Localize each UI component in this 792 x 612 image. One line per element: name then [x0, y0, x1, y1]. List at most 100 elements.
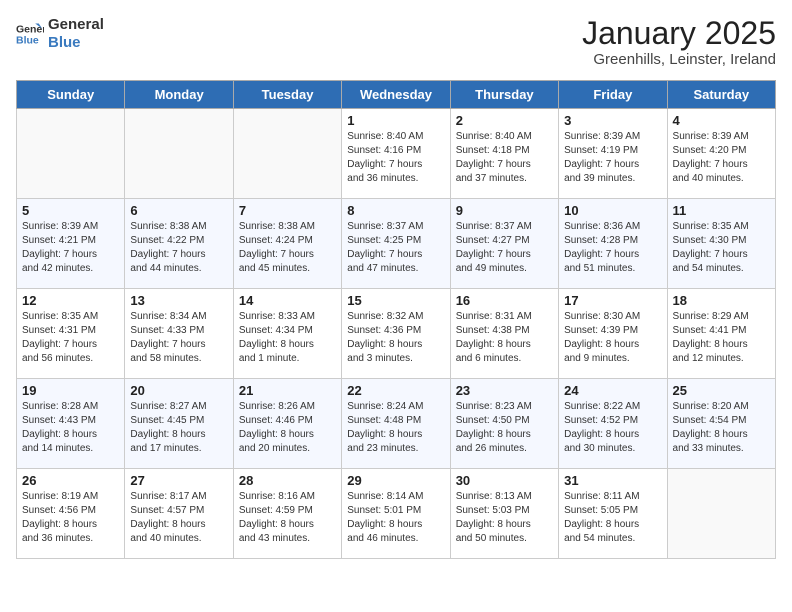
calendar-cell	[233, 109, 341, 199]
day-number: 5	[22, 203, 119, 218]
logo: General Blue General Blue	[16, 16, 104, 52]
day-info: Sunrise: 8:29 AM Sunset: 4:41 PM Dayligh…	[673, 310, 770, 366]
day-info: Sunrise: 8:39 AM Sunset: 4:19 PM Dayligh…	[564, 130, 661, 186]
day-info: Sunrise: 8:35 AM Sunset: 4:31 PM Dayligh…	[22, 310, 119, 366]
day-number: 9	[456, 203, 553, 218]
weekday-header-sunday: Sunday	[17, 81, 125, 109]
day-info: Sunrise: 8:34 AM Sunset: 4:33 PM Dayligh…	[130, 310, 227, 366]
day-number: 29	[347, 473, 444, 488]
logo-icon: General Blue	[16, 20, 44, 48]
calendar-week-row: 19Sunrise: 8:28 AM Sunset: 4:43 PM Dayli…	[17, 379, 776, 469]
location-subtitle: Greenhills, Leinster, Ireland	[582, 51, 776, 68]
calendar-week-row: 12Sunrise: 8:35 AM Sunset: 4:31 PM Dayli…	[17, 289, 776, 379]
day-info: Sunrise: 8:38 AM Sunset: 4:24 PM Dayligh…	[239, 220, 336, 276]
day-number: 11	[673, 203, 770, 218]
day-info: Sunrise: 8:14 AM Sunset: 5:01 PM Dayligh…	[347, 490, 444, 546]
day-number: 24	[564, 383, 661, 398]
calendar-cell: 13 Sunrise: 8:34 AM Sunset: 4:33 PM Dayli…	[125, 289, 233, 379]
day-number: 31	[564, 473, 661, 488]
calendar-cell: 11Sunrise: 8:35 AM Sunset: 4:30 PM Dayli…	[667, 199, 775, 289]
weekday-header-saturday: Saturday	[667, 81, 775, 109]
day-number: 23	[456, 383, 553, 398]
calendar-cell: 26 Sunrise: 8:19 AM Sunset: 4:56 PM Dayli…	[17, 469, 125, 559]
day-number: 8	[347, 203, 444, 218]
day-info: Sunrise: 8:30 AM Sunset: 4:39 PM Dayligh…	[564, 310, 661, 366]
calendar-week-row: 5 Sunrise: 8:39 AM Sunset: 4:21 PM Daylig…	[17, 199, 776, 289]
calendar-cell: 15 Sunrise: 8:32 AM Sunset: 4:36 PM Dayli…	[342, 289, 450, 379]
calendar-cell	[17, 109, 125, 199]
svg-text:General: General	[16, 23, 44, 35]
calendar-cell: 19Sunrise: 8:28 AM Sunset: 4:43 PM Dayli…	[17, 379, 125, 469]
calendar-cell: 3 Sunrise: 8:39 AM Sunset: 4:19 PM Daylig…	[559, 109, 667, 199]
day-info: Sunrise: 8:39 AM Sunset: 4:20 PM Dayligh…	[673, 130, 770, 186]
day-number: 4	[673, 113, 770, 128]
logo-line2: Blue	[48, 34, 104, 52]
day-info: Sunrise: 8:37 AM Sunset: 4:25 PM Dayligh…	[347, 220, 444, 276]
calendar-cell: 16 Sunrise: 8:31 AM Sunset: 4:38 PM Dayli…	[450, 289, 558, 379]
day-number: 3	[564, 113, 661, 128]
day-info: Sunrise: 8:13 AM Sunset: 5:03 PM Dayligh…	[456, 490, 553, 546]
calendar-cell: 5 Sunrise: 8:39 AM Sunset: 4:21 PM Daylig…	[17, 199, 125, 289]
day-info: Sunrise: 8:40 AM Sunset: 4:18 PM Dayligh…	[456, 130, 553, 186]
calendar-cell: 10 Sunrise: 8:36 AM Sunset: 4:28 PM Dayli…	[559, 199, 667, 289]
day-number: 10	[564, 203, 661, 218]
calendar-cell: 24 Sunrise: 8:22 AM Sunset: 4:52 PM Dayli…	[559, 379, 667, 469]
month-title: January 2025	[582, 16, 776, 51]
day-number: 15	[347, 293, 444, 308]
calendar-cell: 1 Sunrise: 8:40 AM Sunset: 4:16 PM Daylig…	[342, 109, 450, 199]
calendar-cell	[667, 469, 775, 559]
calendar-cell: 12Sunrise: 8:35 AM Sunset: 4:31 PM Dayli…	[17, 289, 125, 379]
weekday-header-row: SundayMondayTuesdayWednesdayThursdayFrid…	[17, 81, 776, 109]
day-number: 20	[130, 383, 227, 398]
day-number: 18	[673, 293, 770, 308]
day-number: 13	[130, 293, 227, 308]
title-area: January 2025 Greenhills, Leinster, Irela…	[582, 16, 776, 68]
calendar-cell: 4 Sunrise: 8:39 AM Sunset: 4:20 PM Daylig…	[667, 109, 775, 199]
logo-line1: General	[48, 16, 104, 34]
calendar-cell: 31Sunrise: 8:11 AM Sunset: 5:05 PM Dayli…	[559, 469, 667, 559]
calendar-cell: 21 Sunrise: 8:26 AM Sunset: 4:46 PM Dayli…	[233, 379, 341, 469]
day-info: Sunrise: 8:39 AM Sunset: 4:21 PM Dayligh…	[22, 220, 119, 276]
day-info: Sunrise: 8:23 AM Sunset: 4:50 PM Dayligh…	[456, 400, 553, 456]
day-info: Sunrise: 8:31 AM Sunset: 4:38 PM Dayligh…	[456, 310, 553, 366]
day-info: Sunrise: 8:40 AM Sunset: 4:16 PM Dayligh…	[347, 130, 444, 186]
day-info: Sunrise: 8:33 AM Sunset: 4:34 PM Dayligh…	[239, 310, 336, 366]
calendar-cell: 29 Sunrise: 8:14 AM Sunset: 5:01 PM Dayli…	[342, 469, 450, 559]
day-info: Sunrise: 8:16 AM Sunset: 4:59 PM Dayligh…	[239, 490, 336, 546]
day-info: Sunrise: 8:17 AM Sunset: 4:57 PM Dayligh…	[130, 490, 227, 546]
calendar-cell: 30 Sunrise: 8:13 AM Sunset: 5:03 PM Dayli…	[450, 469, 558, 559]
weekday-header-monday: Monday	[125, 81, 233, 109]
calendar-cell: 9 Sunrise: 8:37 AM Sunset: 4:27 PM Daylig…	[450, 199, 558, 289]
day-info: Sunrise: 8:20 AM Sunset: 4:54 PM Dayligh…	[673, 400, 770, 456]
calendar-week-row: 26 Sunrise: 8:19 AM Sunset: 4:56 PM Dayli…	[17, 469, 776, 559]
calendar-cell: 20 Sunrise: 8:27 AM Sunset: 4:45 PM Dayli…	[125, 379, 233, 469]
day-number: 14	[239, 293, 336, 308]
day-number: 28	[239, 473, 336, 488]
calendar-cell: 8 Sunrise: 8:37 AM Sunset: 4:25 PM Daylig…	[342, 199, 450, 289]
day-info: Sunrise: 8:27 AM Sunset: 4:45 PM Dayligh…	[130, 400, 227, 456]
day-info: Sunrise: 8:28 AM Sunset: 4:43 PM Dayligh…	[22, 400, 119, 456]
day-info: Sunrise: 8:37 AM Sunset: 4:27 PM Dayligh…	[456, 220, 553, 276]
day-info: Sunrise: 8:38 AM Sunset: 4:22 PM Dayligh…	[130, 220, 227, 276]
calendar-cell: 27Sunrise: 8:17 AM Sunset: 4:57 PM Dayli…	[125, 469, 233, 559]
day-info: Sunrise: 8:22 AM Sunset: 4:52 PM Dayligh…	[564, 400, 661, 456]
day-number: 26	[22, 473, 119, 488]
calendar-table: SundayMondayTuesdayWednesdayThursdayFrid…	[16, 80, 776, 559]
day-number: 1	[347, 113, 444, 128]
calendar-cell	[125, 109, 233, 199]
day-info: Sunrise: 8:24 AM Sunset: 4:48 PM Dayligh…	[347, 400, 444, 456]
day-info: Sunrise: 8:26 AM Sunset: 4:46 PM Dayligh…	[239, 400, 336, 456]
day-info: Sunrise: 8:36 AM Sunset: 4:28 PM Dayligh…	[564, 220, 661, 276]
day-number: 22	[347, 383, 444, 398]
calendar-cell: 2Sunrise: 8:40 AM Sunset: 4:18 PM Daylig…	[450, 109, 558, 199]
day-number: 16	[456, 293, 553, 308]
day-number: 6	[130, 203, 227, 218]
day-number: 21	[239, 383, 336, 398]
day-number: 30	[456, 473, 553, 488]
calendar-cell: 14 Sunrise: 8:33 AM Sunset: 4:34 PM Dayli…	[233, 289, 341, 379]
day-number: 25	[673, 383, 770, 398]
day-info: Sunrise: 8:32 AM Sunset: 4:36 PM Dayligh…	[347, 310, 444, 366]
calendar-cell: 7Sunrise: 8:38 AM Sunset: 4:24 PM Daylig…	[233, 199, 341, 289]
day-info: Sunrise: 8:19 AM Sunset: 4:56 PM Dayligh…	[22, 490, 119, 546]
calendar-cell: 18 Sunrise: 8:29 AM Sunset: 4:41 PM Dayli…	[667, 289, 775, 379]
